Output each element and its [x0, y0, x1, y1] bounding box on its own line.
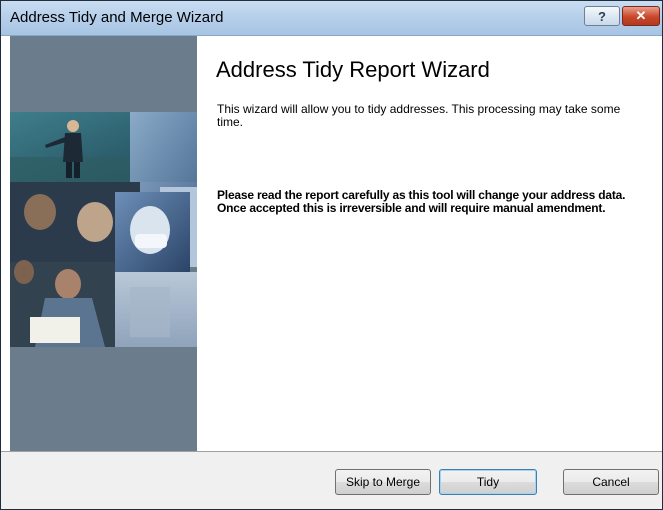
skip-to-merge-button[interactable]: Skip to Merge	[335, 469, 431, 495]
wizard-heading: Address Tidy Report Wizard	[216, 57, 490, 82]
wizard-side-banner	[10, 36, 197, 451]
close-button[interactable]: ✕	[622, 6, 660, 26]
window-title: Address Tidy and Merge Wizard	[10, 9, 224, 26]
help-icon: ?	[598, 8, 606, 24]
wizard-window: Address Tidy and Merge Wizard ? ✕ Addres…	[0, 0, 663, 510]
close-icon: ✕	[635, 8, 647, 23]
education-collage-image	[10, 112, 197, 347]
tidy-button[interactable]: Tidy	[439, 469, 537, 495]
title-bar[interactable]: Address Tidy and Merge Wizard ? ✕	[1, 1, 662, 36]
cancel-button[interactable]: Cancel	[563, 469, 659, 495]
wizard-content: Address Tidy Report Wizard This wizard w…	[197, 36, 662, 451]
wizard-intro-text: This wizard will allow you to tidy addre…	[217, 102, 621, 129]
wizard-warning-text: Please read the report carefully as this…	[217, 188, 626, 215]
button-bar: Skip to Merge Tidy Cancel	[1, 451, 662, 509]
help-button[interactable]: ?	[584, 6, 620, 26]
